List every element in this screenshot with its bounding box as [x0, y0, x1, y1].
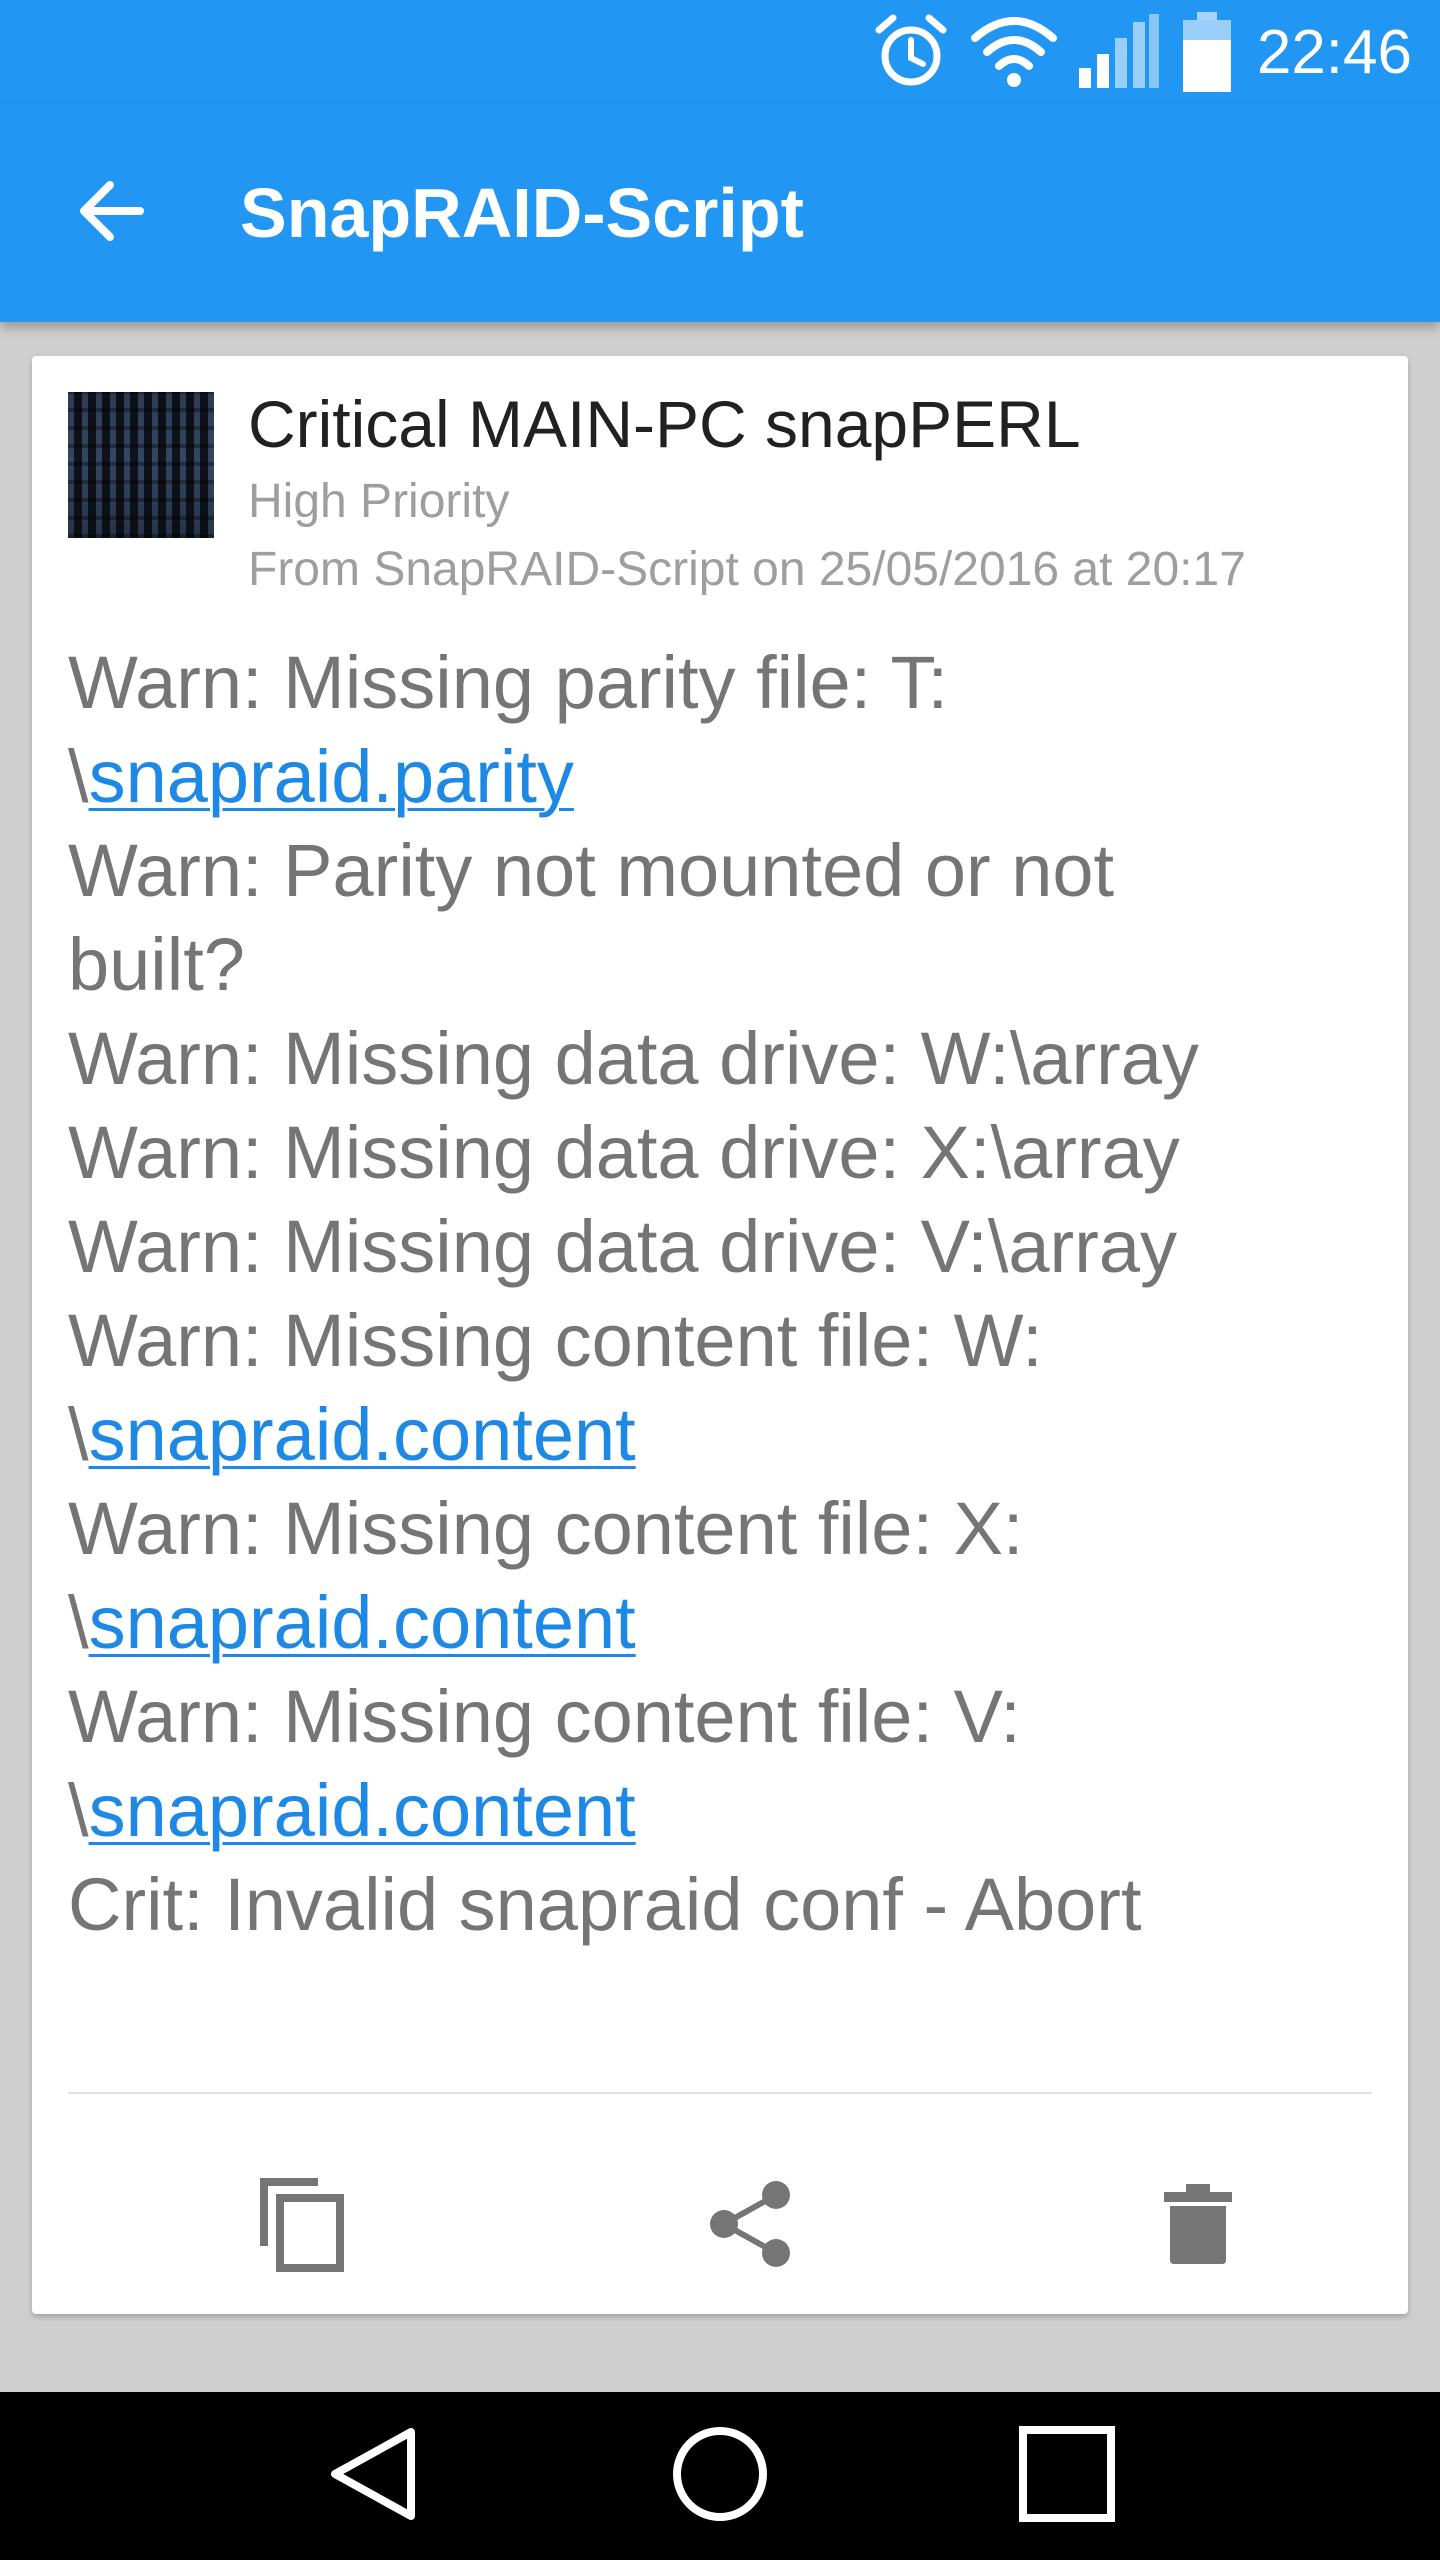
body-text: Warn: Missing content file: X: [68, 1487, 1024, 1570]
body-line: \snapraid.parity [68, 730, 1378, 824]
home-circle-icon [670, 2424, 770, 2529]
app-thumbnail [68, 392, 214, 538]
body-text: \ [68, 735, 89, 818]
body-line: Warn: Missing data drive: W:\array [68, 1012, 1378, 1106]
delete-button[interactable] [1128, 2156, 1268, 2296]
message-card: Critical MAIN-PC snapPERL High Priority … [32, 356, 1408, 2314]
system-nav-bar [0, 2392, 1440, 2560]
content-link-w[interactable]: snapraid.content [89, 1393, 636, 1476]
nav-home-button[interactable] [640, 2396, 800, 2556]
arrow-back-icon [76, 175, 148, 252]
alarm-icon [871, 12, 951, 92]
body-line: Warn: Parity not mounted or not [68, 824, 1378, 918]
battery-icon [1181, 10, 1233, 94]
content-link-v[interactable]: snapraid.content [89, 1769, 636, 1852]
status-time: 22:46 [1256, 17, 1412, 87]
body-line: Warn: Missing content file: W: [68, 1294, 1378, 1388]
body-line: built? [68, 918, 1378, 1012]
body-text: Warn: Missing parity file: T: [68, 641, 949, 724]
wifi-icon [970, 12, 1057, 92]
body-text: Warn: Missing content file: V: [68, 1675, 1021, 1758]
body-line: Crit: Invalid snapraid conf - Abort [68, 1858, 1378, 1952]
status-bar: 22:46 [0, 0, 1440, 104]
body-text: Warn: Missing data drive: V:\array [68, 1205, 1177, 1288]
body-text: \ [68, 1393, 89, 1476]
actions-divider [68, 2092, 1372, 2094]
message-from: From SnapRAID-Script on 25/05/2016 at 20… [248, 543, 1246, 596]
content-link-x[interactable]: snapraid.content [89, 1581, 636, 1664]
message-body: Warn: Missing parity file: T: \snapraid.… [68, 636, 1378, 1952]
share-button[interactable] [680, 2156, 820, 2296]
message-priority: High Priority [248, 475, 510, 528]
body-line: Warn: Missing data drive: V:\array [68, 1200, 1378, 1294]
delete-icon [1162, 2182, 1234, 2271]
app-toolbar: SnapRAID-Script [0, 104, 1440, 322]
nav-recents-button[interactable] [987, 2396, 1147, 2556]
body-line: \snapraid.content [68, 1764, 1378, 1858]
page-title: SnapRAID-Script [240, 174, 804, 252]
body-line: Warn: Missing content file: V: [68, 1670, 1378, 1764]
body-text: Warn: Missing data drive: W:\array [68, 1017, 1199, 1100]
body-text: Warn: Missing data drive: X:\array [68, 1111, 1180, 1194]
parity-link[interactable]: snapraid.parity [89, 735, 574, 818]
body-line: Warn: Missing data drive: X:\array [68, 1106, 1378, 1200]
body-line: \snapraid.content [68, 1388, 1378, 1482]
back-triangle-icon [323, 2424, 423, 2529]
recents-square-icon [1017, 2424, 1117, 2529]
body-text: Warn: Parity not mounted or not [68, 829, 1115, 912]
body-line: Warn: Missing content file: X: [68, 1482, 1378, 1576]
body-text: built? [68, 923, 245, 1006]
share-icon [706, 2179, 794, 2274]
message-title: Critical MAIN-PC snapPERL [248, 387, 1081, 461]
body-text: Warn: Missing content file: W: [68, 1299, 1043, 1382]
body-text: Crit: Invalid snapraid conf - Abort [68, 1863, 1142, 1946]
back-button[interactable] [56, 157, 168, 269]
body-text: \ [68, 1769, 89, 1852]
copy-button[interactable] [232, 2156, 372, 2296]
nav-back-button[interactable] [293, 2396, 453, 2556]
copy-icon [258, 2176, 346, 2277]
body-text: \ [68, 1581, 89, 1664]
signal-icon [1077, 12, 1161, 92]
body-line: \snapraid.content [68, 1576, 1378, 1670]
body-line: Warn: Missing parity file: T: [68, 636, 1378, 730]
